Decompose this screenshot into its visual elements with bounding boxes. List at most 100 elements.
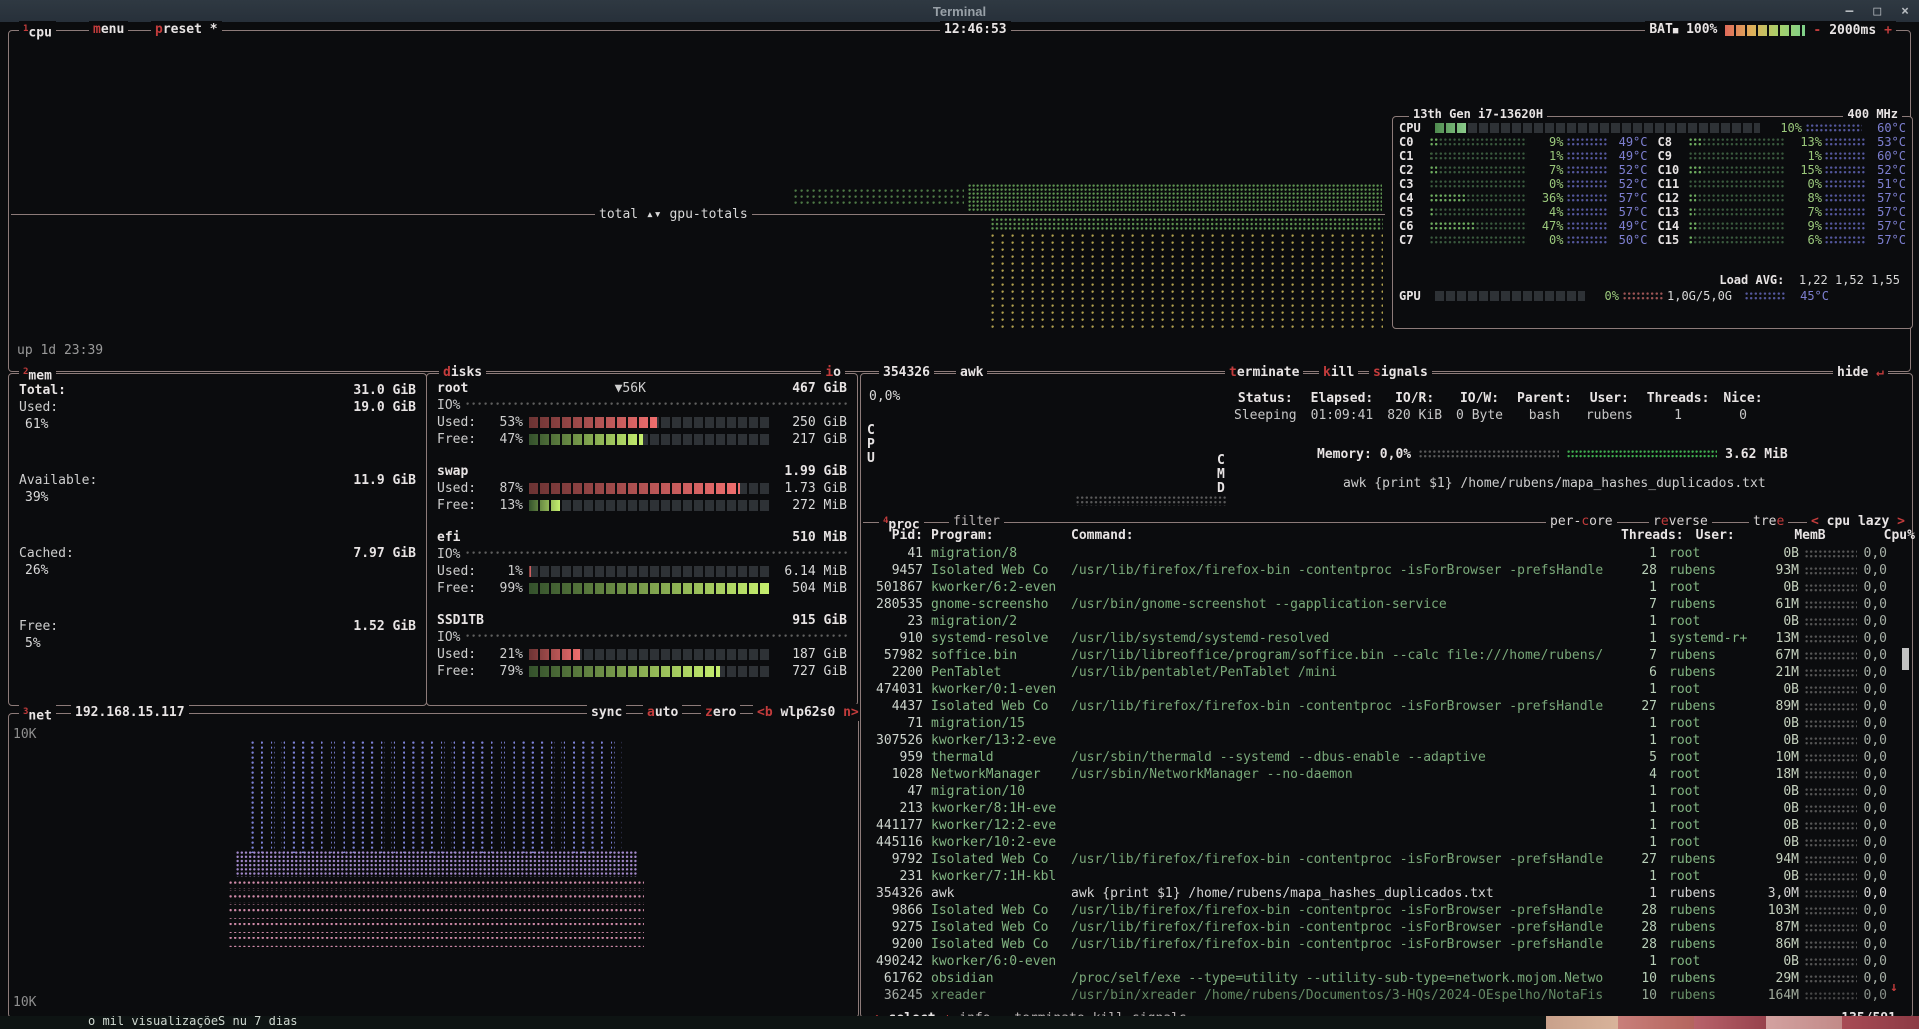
disk-usage-fill [529, 666, 720, 677]
disk-section: swap1.99 GiBUsed:87%1.73 GiBFree:13%272 … [437, 463, 847, 529]
process-memb: 0B [1749, 715, 1799, 732]
col-memb[interactable]: MemB [1776, 527, 1826, 544]
core-label: C12 [1658, 191, 1686, 205]
disk-usage-value: 250 GiB [777, 414, 847, 431]
col-program[interactable]: Program: [931, 527, 1061, 544]
cpu-core-row: C11%49°C [1399, 149, 1648, 163]
process-row[interactable]: 9457Isolated Web Co/usr/lib/firefox/fire… [865, 562, 1904, 579]
io-mode-button[interactable]: io [821, 364, 845, 381]
process-row[interactable]: 307526kworker/13:2-eve1root0B0,0 [865, 732, 1904, 749]
process-row[interactable]: 354326awkawk {print $1} /home/rubens/map… [865, 885, 1904, 902]
col-user[interactable]: User: [1696, 527, 1776, 544]
process-threads: 28 [1621, 902, 1657, 919]
process-memb: 86M [1749, 936, 1799, 953]
core-temp-dots [1567, 152, 1607, 160]
proc-box: 354326 awk terminate kill signals hide ↵… [860, 373, 1913, 1018]
process-pid: 71 [865, 715, 923, 732]
process-row[interactable]: 41migration/81root0B0,0 [865, 545, 1904, 562]
process-cpu-dots [1805, 635, 1857, 643]
process-row[interactable]: 61762obsidian/proc/self/exe --type=utili… [865, 970, 1904, 987]
process-row[interactable]: 441177kworker/12:2-eve1root0B0,0 [865, 817, 1904, 834]
gpu-graph-top [991, 218, 1383, 231]
process-user: rubens [1669, 647, 1749, 664]
zero-button[interactable]: zero [701, 704, 740, 721]
process-threads: 7 [1621, 596, 1657, 613]
minimize-icon[interactable]: – [1846, 3, 1854, 20]
core-temp-dots [1567, 222, 1607, 230]
axis-letter: P [867, 438, 879, 452]
proc-scrollbar-thumb[interactable] [1902, 648, 1909, 670]
process-row[interactable]: 23migration/21root0B0,0 [865, 613, 1904, 630]
process-row[interactable]: 1028NetworkManager/usr/sbin/NetworkManag… [865, 766, 1904, 783]
core-label: C10 [1658, 163, 1686, 177]
col-threads[interactable]: Threads: [1621, 527, 1684, 544]
process-pid: 2200 [865, 664, 923, 681]
status-column: User:rubens [1579, 390, 1640, 424]
process-row[interactable]: 9866Isolated Web Co/usr/lib/firefox/fire… [865, 902, 1904, 919]
disk-usage-meter [529, 666, 771, 677]
disk-usage-row: Used:21%187 GiB [437, 646, 847, 663]
process-row[interactable]: 280535gnome-screensho/usr/bin/gnome-scre… [865, 596, 1904, 613]
process-row[interactable]: 474031kworker/0:1-even1root0B0,0 [865, 681, 1904, 698]
core-usage-dots [1689, 222, 1786, 230]
process-cpu-percent: 0,0 [1857, 936, 1887, 953]
status-column: Nice:0 [1716, 390, 1769, 424]
process-row[interactable]: 71migration/151root0B0,0 [865, 715, 1904, 732]
process-row[interactable]: 231kworker/7:1H-kbl1root0B0,0 [865, 868, 1904, 885]
interface-switcher[interactable]: <b wlp62s0 n> [753, 704, 863, 721]
disk-section: efi510 MiBIO%Used:1%6.14 MiBFree:99%504 … [437, 529, 847, 612]
process-row[interactable]: 57982soffice.bin/usr/lib/libreoffice/pro… [865, 647, 1904, 664]
process-row[interactable]: 959thermald/usr/sbin/thermald --systemd … [865, 749, 1904, 766]
interval-increase-button[interactable]: + [1884, 22, 1892, 39]
disk-usage-row: Free:79%727 GiB [437, 663, 847, 680]
cpu-box: 1cpu menu preset * 12:46:53 BAT■ 100% - … [8, 30, 1911, 372]
col-command[interactable]: Command: [1071, 527, 1621, 544]
process-memb: 29M [1749, 970, 1799, 987]
auto-button[interactable]: auto [643, 704, 682, 721]
interval-decrease-button[interactable]: - [1813, 22, 1821, 39]
process-memb: 21M [1749, 664, 1799, 681]
process-row[interactable]: 36245xreader/usr/bin/xreader /home/ruben… [865, 987, 1904, 1004]
core-temp-dots [1567, 180, 1607, 188]
process-row[interactable]: 9200Isolated Web Co/usr/lib/firefox/fire… [865, 936, 1904, 953]
process-row[interactable]: 501867kworker/6:2-even1root0B0,0 [865, 579, 1904, 596]
disk-section: root▼56K467 GiBIO%Used:53%250 GiBFree:47… [437, 380, 847, 463]
cpu-box-title[interactable]: 1cpu [19, 21, 56, 41]
process-row[interactable]: 47migration/101root0B0,0 [865, 783, 1904, 800]
process-row[interactable]: 445116kworker/10:2-eve1root0B0,0 [865, 834, 1904, 851]
process-row[interactable]: 2200PenTablet/usr/lib/pentablet/PenTable… [865, 664, 1904, 681]
process-row[interactable]: 9275Isolated Web Co/usr/lib/firefox/fire… [865, 919, 1904, 936]
status-column: Parent:bash [1510, 390, 1579, 424]
cpu-gpu-divider: total ▴▾ gpu-totals [11, 214, 1385, 215]
axis-letter: U [867, 452, 879, 466]
process-row[interactable]: 4437Isolated Web Co/usr/lib/firefox/fire… [865, 698, 1904, 715]
disk-io-graph [466, 551, 847, 559]
cpu-graph-sparse [794, 189, 964, 207]
process-row[interactable]: 9792Isolated Web Co/usr/lib/firefox/fire… [865, 851, 1904, 868]
cpu-divider-label[interactable]: total ▴▾ gpu-totals [595, 206, 752, 223]
core-label: C2 [1399, 163, 1427, 177]
preset-button[interactable]: preset * [151, 21, 222, 38]
disk-usage-meter [529, 583, 771, 594]
col-pid[interactable]: Pid: [865, 527, 923, 544]
mem-stat-row: Free:1.52 GiB [19, 618, 416, 635]
maximize-icon[interactable]: □ [1873, 3, 1881, 20]
close-icon[interactable]: × [1901, 3, 1909, 20]
mem-box-title[interactable]: 2mem [19, 364, 56, 384]
net-box-title[interactable]: 3net [19, 704, 56, 724]
sync-button[interactable]: sync [587, 704, 626, 721]
process-row[interactable]: 490242kworker/6:0-even1root0B0,0 [865, 953, 1904, 970]
col-cpu[interactable]: Cpu% [1884, 527, 1915, 544]
process-cpu-percent: 0,0 [1857, 681, 1887, 698]
disk-usage-label: Free: [437, 431, 483, 448]
process-user: rubens [1669, 562, 1749, 579]
cpu-total-meter [1435, 123, 1760, 133]
menu-button[interactable]: menu [89, 21, 128, 38]
process-row[interactable]: 213kworker/8:1H-eve1root0B0,0 [865, 800, 1904, 817]
mem-stat-percent: 61% [19, 416, 416, 433]
disks-box-title[interactable]: disks [439, 364, 486, 381]
mem-stat-value: 19.0 GiB [353, 399, 416, 416]
cpu-core-row: C09%49°C [1399, 135, 1648, 149]
process-row[interactable]: 910systemd-resolve/usr/lib/systemd/syste… [865, 630, 1904, 647]
core-temp-dots [1825, 152, 1865, 160]
